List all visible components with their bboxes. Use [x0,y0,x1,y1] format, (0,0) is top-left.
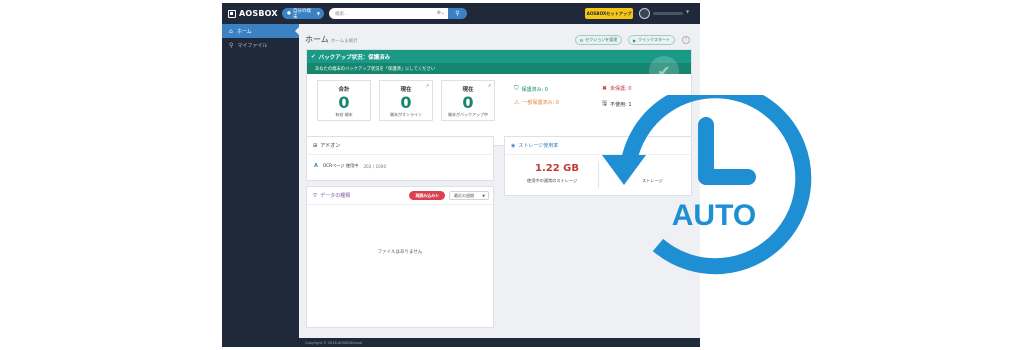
stat-title: 現在 [462,87,474,93]
addon-row-ocr: A OCRページ 使用中 202 / 1000 [314,163,386,169]
stat-label: 有効 端末 [335,112,353,117]
search-placeholder: 検索... [335,11,349,17]
warning-icon: ⚠ [514,99,520,106]
play-icon: ▶ [633,37,637,43]
protected-label: 保護済み: 0 [521,86,548,93]
arrow-icon: ↗ [425,83,429,88]
ocr-icon: A [314,163,318,169]
sidebar-item-home[interactable]: ⌂ ホーム [222,24,299,38]
backup-status-header: ✔ バックアップ状況：保護済み [307,50,691,63]
avatar[interactable] [639,8,650,19]
gear-icon: ⚙ [579,37,584,43]
period-select[interactable]: 最近の週間 ▼ [449,191,489,200]
stat-title: 合計 [338,87,350,93]
device-select[interactable]: ● 自分の端末 ▼ [282,8,324,20]
addon-panel-title: ⊞ アドオン [307,137,493,155]
check-icon: ✔ [311,53,316,60]
auto-backup-icon: AUTO [602,95,812,275]
brand-name: AOSBOX [239,9,278,18]
addon-row-count: 202 / 1000 [363,163,387,169]
stat-online-devices[interactable]: ↗ 現在 0 端末がオンライン [379,80,433,121]
unprotected-label: 未保護: 0 [610,86,632,92]
auto-label: AUTO [672,199,756,232]
user-icon: ● [287,11,291,16]
stat-total-devices[interactable]: 合計 0 有効 端末 [317,80,371,121]
cross-icon: ✖ [602,85,608,92]
addon-panel: ⊞ アドオン A OCRページ 使用中 202 / 1000 [306,136,494,181]
storage-title-text: ストレージ使用率 [518,143,559,149]
shield-icon: ⛉ [514,85,519,92]
backup-status-title: バックアップ状況：保護済み [318,54,391,61]
partial-count[interactable]: ⚠ 一部保護済み: 0 [514,99,559,106]
data-types-panel: ⛛ データの種類 再読み込み ↻ 最近の週間 ▼ ファイルはありません [306,186,494,328]
quick-start-label: クイックスタート [638,37,670,42]
storage-used-value: 1.22 GB [535,163,579,174]
reload-label: 再読み込み [415,192,436,198]
chevron-down-icon: ▼ [316,11,320,16]
clock-hands-icon [698,117,756,185]
stat-value: 0 [338,93,350,112]
arrow-head-icon [602,155,646,185]
storage-icon: ◉ [511,142,516,149]
partial-label: 一部保護済み: 0 [522,100,559,106]
setup-button[interactable]: AOSBOXセットアップ [585,8,633,19]
search-button[interactable]: ⚲ [448,8,467,19]
search-icon: ⚲ [229,41,234,49]
manage-sections-button[interactable]: ⚙ セクションを管理 [575,35,622,45]
funnel-icon: ⛛ [313,192,318,199]
refresh-icon: ↻ [435,193,439,198]
topbar: AOSBOX ● 自分の端末 ▼ 検索... ⊗⌄ ⚲ AOSBOXセットアップ… [222,3,700,24]
backup-status-message: あなたの端末のバックアップ状況を「保護済」にしてください [307,63,691,74]
brand-logo[interactable]: AOSBOX [228,8,278,19]
page-subtitle: ホーム＆統計 [330,39,358,44]
grid-icon: ⊞ [313,142,318,149]
chevron-down-icon: ▼ [482,193,485,198]
shield-check-icon: ✔ [649,56,679,86]
stat-title: 現在 [400,87,412,93]
footer: Copyright © 2018 AOSBOXcloud [299,338,700,347]
manage-sections-label: セクションを管理 [585,37,618,42]
sidebar-item-myfiles[interactable]: ⚲ マイファイル [222,38,299,52]
stat-value: 0 [400,93,412,112]
sidebar: ⌂ ホーム ⚲ マイファイル [222,24,299,347]
protected-count[interactable]: ⛉ 保護済み: 0 [514,85,548,93]
stat-label: 端末がバックアップ中 [448,112,488,117]
username[interactable] [653,12,683,15]
logo-mark-icon [228,9,236,18]
home-icon: ⌂ [229,27,233,35]
arrow-icon: ↗ [487,83,491,88]
sidebar-item-label: マイファイル [237,42,268,49]
storage-used-label: 使用中の通常のストレージ [527,178,578,183]
device-select-label: 自分の端末 [292,8,311,20]
reload-button[interactable]: 再読み込み ↻ [409,191,445,200]
sidebar-item-label: ホーム [236,28,252,35]
empty-message: ファイルはありません [377,250,423,255]
search-icon: ⚲ [455,10,460,17]
stat-value: 0 [462,93,474,112]
unprotected-count[interactable]: ✖ 未保護: 0 [602,85,632,92]
addon-row-name: OCRページ 使用中 [322,163,359,168]
page-title-text: ホーム [305,35,329,44]
stat-backing-up-devices[interactable]: ↗ 現在 0 端末がバックアップ中 [441,80,495,121]
stat-label: 端末がオンライン [390,112,422,117]
user-menu-chevron-icon[interactable]: ▼ [686,9,689,14]
page-title: ホーム ホーム＆統計 [305,34,358,45]
addon-title-text: アドオン [320,143,341,149]
clear-search-icon[interactable]: ⊗⌄ [437,10,445,16]
period-select-label: 最近の週間 [454,192,474,198]
data-types-title-text: データの種類 [320,193,351,199]
help-icon[interactable]: ? [682,36,690,44]
quick-start-button[interactable]: ▶ クイックスタート [628,35,675,45]
search-input[interactable]: 検索... ⊗⌄ [329,8,449,19]
